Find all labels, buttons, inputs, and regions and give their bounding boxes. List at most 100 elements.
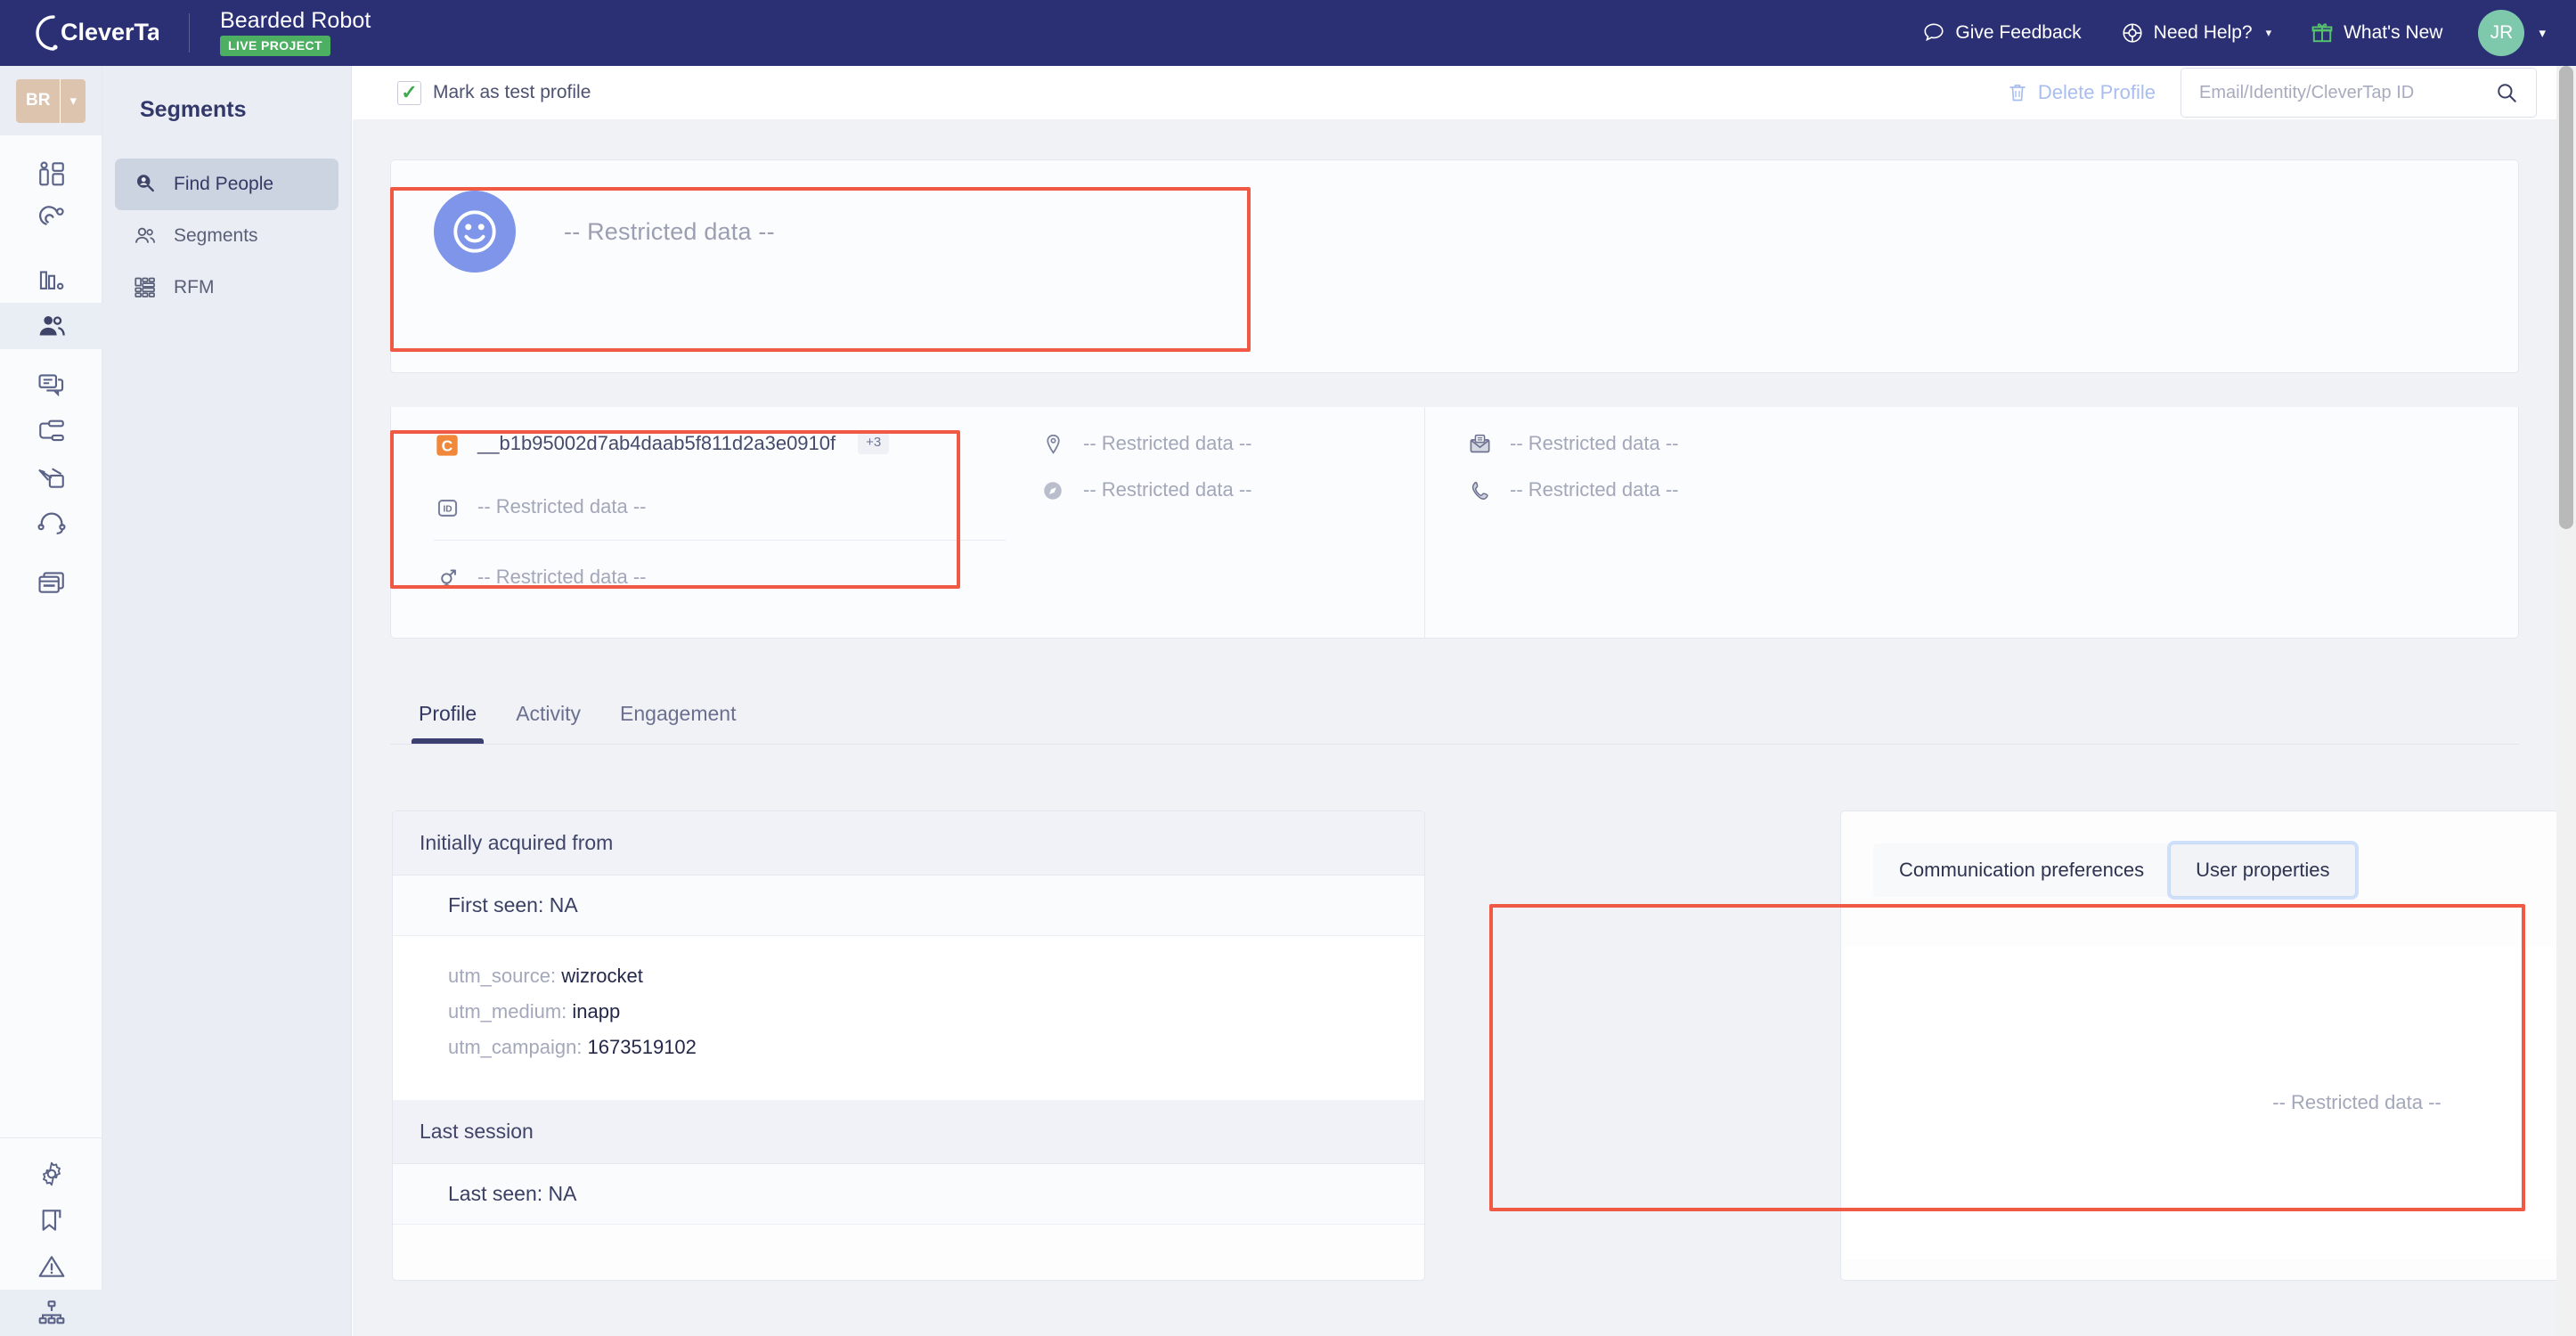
check-icon: ✓ [401, 81, 418, 103]
acquired-panel-title: Initially acquired from [393, 811, 1424, 876]
alert-triangle-icon [38, 1256, 64, 1277]
identity-extra-count-badge[interactable]: +3 [858, 430, 890, 454]
details-divider [434, 540, 1006, 541]
id-field-row: ID -- Restricted data -- [434, 493, 1006, 520]
user-menu-chevron-down-icon[interactable]: ▾ [2539, 25, 2546, 41]
utm-campaign-key: utm_campaign: [448, 1036, 583, 1058]
compass-field-row: -- Restricted data -- [1039, 477, 1424, 503]
email-field-value: -- Restricted data -- [1510, 432, 1679, 454]
need-help-label: Need Help? [2153, 22, 2253, 43]
delete-profile-button[interactable]: Delete Profile [2007, 81, 2181, 104]
id-card-icon: ID [434, 493, 461, 520]
sidebar-item-messages[interactable] [0, 454, 102, 501]
tab-user-properties[interactable]: User properties [2170, 843, 2356, 897]
location-field-row: -- Restricted data -- [1039, 430, 1424, 457]
search-input[interactable] [2199, 82, 2486, 103]
svg-text:ID: ID [443, 505, 452, 515]
dashboards-icon [38, 161, 64, 186]
segments-people-icon [39, 315, 65, 336]
tab-communication-preferences[interactable]: Communication preferences [1873, 843, 2171, 897]
sidebar-item-bookmarks[interactable] [0, 1197, 102, 1243]
sidebar-item-analytics[interactable] [0, 257, 102, 303]
sidebar-item-support[interactable] [0, 501, 102, 547]
sidebar-item-find-people[interactable]: Find People [115, 159, 338, 210]
svg-text:C: C [442, 436, 453, 454]
profile-details-card: C __b1b95002d7ab4daab5f811d2a3e0910f +3 … [390, 407, 2519, 639]
last-session-title: Last session [393, 1100, 1424, 1164]
sidebar-item-dashboards[interactable] [0, 151, 102, 198]
profile-tabs: Profile Activity Engagement [390, 691, 2519, 745]
left-icon-rail: BR ▾ [0, 66, 102, 1336]
headset-icon [37, 512, 66, 534]
first-seen-row: First seen: NA [393, 876, 1424, 936]
sidebar-item-label: RFM [174, 277, 215, 297]
location-column: -- Restricted data -- -- Restricted data… [1006, 407, 1424, 639]
clevertap-logo-icon: CleverTap [36, 15, 159, 51]
give-feedback-button[interactable]: Give Feedback [1903, 21, 2100, 45]
bookmark-icon [42, 1210, 61, 1231]
rail-bottom-icons [0, 1137, 102, 1336]
grid-blocks-icon [135, 277, 155, 297]
user-properties-panel: Communication preferences User propertie… [1840, 811, 2556, 1281]
sidebar-item-alerts[interactable] [0, 1243, 102, 1290]
delete-profile-label: Delete Profile [2037, 81, 2156, 103]
top-bar-actions: Give Feedback Need Help? ▾ What's New JR… [1903, 10, 2576, 56]
top-navigation-bar: CleverTap Bearded Robot LIVE PROJECT Giv… [0, 0, 2576, 66]
segments-side-panel: Segments Find People Segments RFM [102, 66, 352, 1336]
ct-identity-row[interactable]: C __b1b95002d7ab4daab5f811d2a3e0910f +3 [434, 430, 1006, 458]
campaigns-chat-icon [37, 374, 63, 397]
sidebar-item-campaigns[interactable] [0, 362, 102, 408]
clevertap-logo[interactable]: CleverTap [27, 12, 159, 54]
sidebar-item-segments-list[interactable]: Segments [115, 210, 338, 262]
tab-activity[interactable]: Activity [496, 691, 600, 744]
utm-row: utm_campaign: 1673519102 [448, 1036, 1424, 1059]
gear-icon [42, 1161, 61, 1186]
tab-engagement[interactable]: Engagement [600, 691, 755, 744]
sidebar-item-boards[interactable] [0, 559, 102, 606]
sidebar-item-org[interactable] [0, 1290, 102, 1336]
gender-field-row: -- Restricted data -- [434, 564, 1006, 591]
compass-field-value: -- Restricted data -- [1083, 477, 1252, 501]
phone-field-value: -- Restricted data -- [1510, 478, 1679, 501]
sidebar-item-settings[interactable] [0, 1151, 102, 1197]
page-scrollbar-thumb[interactable] [2559, 66, 2573, 529]
live-project-badge: LIVE PROJECT [220, 36, 330, 56]
properties-tab-row: Communication preferences User propertie… [1841, 811, 2556, 897]
search-icon[interactable] [2495, 81, 2518, 104]
utm-list: utm_source: wizrocket utm_medium: inapp … [393, 936, 1424, 1100]
phone-field-row: -- Restricted data -- [1466, 477, 2404, 503]
need-help-button[interactable]: Need Help? ▾ [2101, 21, 2291, 45]
journeys-icon [38, 420, 64, 442]
page-scrollbar[interactable] [2556, 66, 2576, 1336]
sidebar-item-journeys[interactable] [0, 408, 102, 454]
utm-medium-value: inapp [572, 1000, 621, 1022]
profile-details-columns: C __b1b95002d7ab4daab5f811d2a3e0910f +3 … [391, 407, 2518, 639]
sidebar-item-segments[interactable] [0, 303, 102, 349]
segments-nav-list: Find People Segments RFM [102, 159, 351, 314]
project-info[interactable]: Bearded Robot LIVE PROJECT [220, 10, 371, 56]
segments-panel-title: Segments [140, 97, 247, 122]
tab-profile[interactable]: Profile [399, 691, 496, 744]
compass-icon [1039, 477, 1066, 502]
whats-new-button[interactable]: What's New [2291, 21, 2462, 45]
sidebar-item-acquire[interactable] [0, 198, 102, 244]
last-seen-row: Last seen: NA [393, 1164, 1424, 1225]
sidebar-item-label: Segments [174, 225, 258, 246]
profile-toolbar: ✓ Mark as test profile Delete Profile [353, 66, 2556, 119]
user-avatar[interactable]: JR [2478, 10, 2525, 56]
account-chevron-down-icon[interactable]: ▾ [61, 79, 86, 123]
account-chip[interactable]: BR ▾ [16, 78, 86, 123]
id-field-value: -- Restricted data -- [477, 495, 647, 517]
profile-search-box[interactable] [2181, 68, 2537, 118]
gift-icon [2311, 23, 2333, 43]
mark-as-test-profile-control[interactable]: ✓ Mark as test profile [397, 80, 591, 105]
account-switcher[interactable]: BR ▾ [0, 66, 102, 135]
email-icon [1466, 430, 1493, 457]
sidebar-item-rfm[interactable]: RFM [115, 262, 338, 314]
project-name: Bearded Robot [220, 8, 371, 33]
contact-column: -- Restricted data -- -- Restricted data… [1424, 407, 2404, 639]
mark-as-test-profile-checkbox[interactable]: ✓ [397, 80, 421, 105]
avatar [434, 191, 516, 273]
profile-header-card: -- Restricted data -- [390, 159, 2519, 373]
identity-value: __b1b95002d7ab4daab5f811d2a3e0910f [477, 432, 836, 454]
